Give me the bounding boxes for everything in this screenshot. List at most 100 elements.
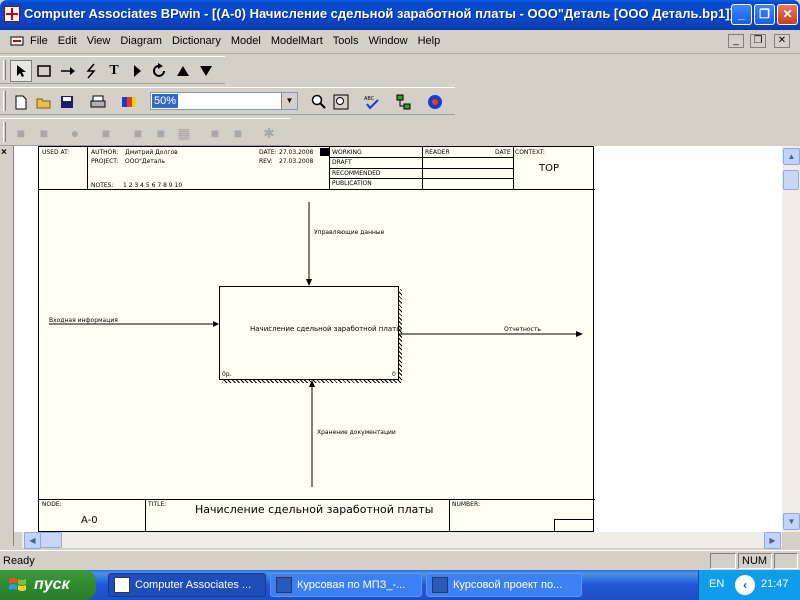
color-palette-icon[interactable] (118, 91, 140, 113)
dropdown-arrow-icon[interactable]: ▼ (281, 93, 297, 109)
modelmart-icon[interactable] (424, 91, 446, 113)
title-label: TITLE: (148, 501, 167, 508)
bpwin-task-icon (114, 577, 130, 593)
menu-view[interactable]: View (87, 35, 111, 47)
menu-diagram[interactable]: Diagram (120, 35, 162, 47)
modelmart-toolbar: ■ ■ ● ■ ■ ■ ▦ ■ ■ ✱ (0, 118, 290, 146)
print-icon[interactable] (87, 91, 109, 113)
arrows-layer (49, 202, 583, 487)
scroll-thumb[interactable] (783, 170, 799, 190)
input-arrow-label[interactable]: Входная информация (49, 317, 118, 324)
toolbar-grip[interactable] (3, 122, 6, 142)
diagram-canvas[interactable]: USED AT: AUTHOR: Дмитрий Долгов PROJECT:… (14, 146, 782, 532)
close-button[interactable]: ✕ (777, 4, 798, 25)
pointer-tool-icon[interactable] (10, 60, 32, 82)
toolbar-grip[interactable] (3, 60, 6, 80)
svg-text:ABC: ABC (364, 96, 375, 102)
number-label: NUMBER: (452, 501, 480, 508)
menu-file[interactable]: File (30, 35, 48, 47)
box-tool-icon[interactable] (33, 60, 55, 82)
node-label: NODE: (42, 501, 62, 508)
scroll-right-icon[interactable]: ▶ (764, 532, 781, 549)
output-arrow-label[interactable]: Отчетность (504, 326, 541, 333)
standard-toolbar: 50% ▼ ABC (0, 87, 455, 115)
table-icon: ▦ (177, 124, 191, 141)
disconnect-icon: ■ (39, 125, 49, 141)
taskbar-item-word-2[interactable]: Курсовой проект по... (426, 573, 582, 597)
menu-dictionary[interactable]: Dictionary (172, 35, 221, 47)
security-icon: ■ (233, 125, 243, 141)
show-hidden-icons-icon[interactable]: ‹ (735, 575, 755, 595)
new-file-icon[interactable] (10, 91, 32, 113)
num-indicator: NUM (738, 553, 772, 569)
squiggle-tool-icon[interactable] (80, 60, 102, 82)
taskbar-item-label: Computer Associates ... (135, 579, 252, 591)
word-icon (432, 577, 448, 593)
horizontal-scrollbar[interactable]: ◀ ▶ (22, 532, 782, 549)
taskbar-item-label: Курсовой проект по... (453, 579, 563, 591)
word-icon (276, 577, 292, 593)
rotate-icon[interactable] (149, 60, 171, 82)
zoom-combobox[interactable]: 50% ▼ (150, 92, 298, 110)
menu-help[interactable]: Help (418, 35, 441, 47)
window-title: Computer Associates BPwin - [(A-0) Начис… (24, 6, 734, 21)
taskbar-item-bpwin[interactable]: Computer Associates ... (108, 573, 266, 597)
status-text: Ready (3, 555, 35, 567)
start-button[interactable]: пуск (0, 570, 96, 600)
arrow-tool-icon[interactable] (57, 60, 79, 82)
zoom-in-icon[interactable] (308, 91, 330, 113)
library-icon: ■ (101, 125, 111, 141)
scroll-up-icon[interactable]: ▲ (783, 148, 800, 165)
footer-divider (449, 499, 450, 532)
vertical-scrollbar[interactable]: ▲ ▼ (782, 146, 800, 532)
open-folder-icon[interactable] (33, 91, 55, 113)
footer-divider (145, 499, 146, 532)
mdi-close-button[interactable]: ✕ (774, 34, 790, 48)
footer-top-border (39, 499, 595, 500)
save-icon[interactable] (56, 91, 78, 113)
menu-edit[interactable]: Edit (58, 35, 77, 47)
lock-icon: ● (70, 125, 80, 141)
minimize-button[interactable]: _ (731, 4, 752, 25)
menu-tools[interactable]: Tools (333, 35, 359, 47)
status-panel (710, 553, 736, 569)
users-icon: ■ (210, 125, 220, 141)
menu-model[interactable]: Model (231, 35, 261, 47)
windows-flag-icon (9, 578, 26, 591)
mdi-restore-button[interactable]: ❐ (750, 34, 766, 48)
settings-icon: ✱ (263, 124, 275, 141)
clock[interactable]: 21:47 (761, 578, 789, 590)
start-label: пуск (34, 576, 70, 593)
close-dock-icon[interactable]: × (1, 147, 7, 158)
scroll-left-icon[interactable]: ◀ (24, 532, 41, 549)
go-to-sibling-icon[interactable] (126, 60, 148, 82)
taskbar-item-word-1[interactable]: Курсовая по МПЗ_-... (270, 573, 422, 597)
mechanism-arrowhead (309, 380, 315, 387)
control-arrow-label[interactable]: Управляющие данные (314, 229, 384, 236)
title-bar: Computer Associates BPwin - [(A-0) Начис… (0, 0, 800, 30)
go-to-child-icon[interactable] (195, 60, 217, 82)
zoom-out-icon[interactable] (330, 91, 352, 113)
toolbar-grip[interactable] (3, 91, 6, 111)
spell-check-icon[interactable]: ABC (361, 91, 383, 113)
taskbar-item-label: Курсовая по МПЗ_-... (297, 579, 406, 591)
menu-window[interactable]: Window (368, 35, 407, 47)
maximize-button[interactable]: ❐ (754, 4, 775, 25)
model-explorer-icon[interactable] (393, 91, 415, 113)
mechanism-arrow-label[interactable]: Хранение документации (317, 429, 396, 436)
model-list-icon: ■ (133, 125, 143, 141)
text-tool-icon[interactable]: T (103, 60, 125, 82)
system-tray: EN ‹ 21:47 (698, 570, 800, 600)
menu-modelmart[interactable]: ModelMart (271, 35, 323, 47)
taskbar: пуск Computer Associates ... Курсовая по… (0, 570, 800, 600)
output-arrowhead (576, 331, 583, 337)
bpwin-app-icon[interactable] (4, 6, 20, 22)
scroll-thumb[interactable] (40, 532, 62, 548)
go-to-parent-icon[interactable] (172, 60, 194, 82)
language-indicator[interactable]: EN (709, 578, 724, 590)
status-panel (774, 553, 798, 569)
document-icon[interactable] (10, 35, 24, 47)
status-bar: Ready NUM (0, 550, 800, 570)
mdi-minimize-button[interactable]: _ (728, 34, 744, 48)
scroll-down-icon[interactable]: ▼ (783, 513, 800, 530)
